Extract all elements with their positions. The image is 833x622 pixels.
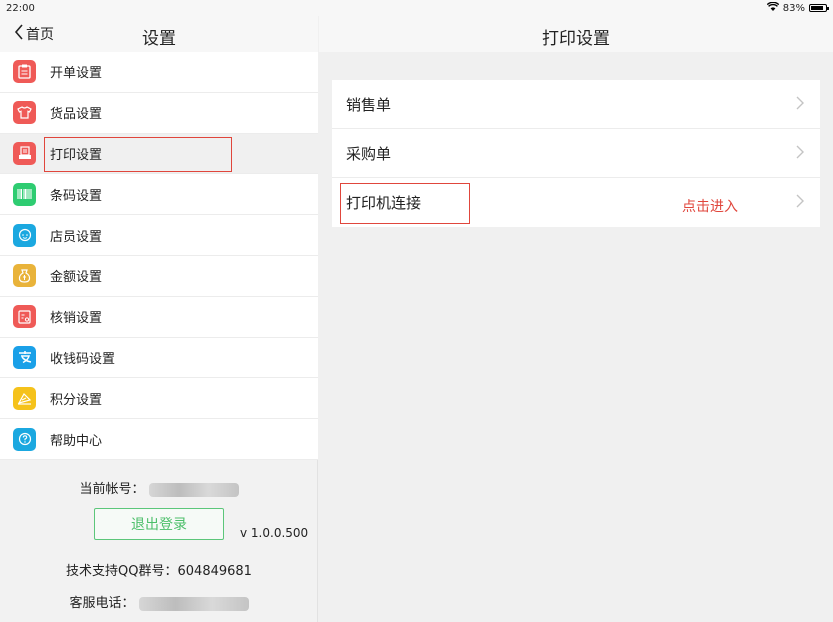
staff-icon <box>13 223 36 247</box>
print-options-list: 销售单采购单打印机连接 点击进入 <box>332 80 820 227</box>
highlight-box <box>44 136 232 172</box>
sidebar-item-label: 帮助中心 <box>50 433 103 449</box>
service-value-blurred <box>138 596 249 611</box>
printer-icon <box>13 141 36 165</box>
service-label: 客服电话： <box>69 596 135 611</box>
left-nav-bar: 首页 设置 <box>0 16 318 52</box>
verify-icon <box>13 305 36 329</box>
print-option-item[interactable]: 采购单 <box>332 129 820 178</box>
right-nav-bar: 打印设置 <box>319 16 833 52</box>
current-account: 当前帐号： <box>0 478 318 497</box>
tshirt-icon <box>13 101 36 125</box>
sidebar-item-printer[interactable]: 打印设置 <box>0 133 318 175</box>
barcode-icon <box>13 182 36 206</box>
sidebar-item-label: 积分设置 <box>50 392 103 408</box>
support-qq: 技术支持QQ群号：604849681 <box>66 564 252 579</box>
sidebar-item-label: 收钱码设置 <box>50 351 116 367</box>
print-option-label: 采购单 <box>346 144 392 163</box>
points-icon <box>13 386 36 410</box>
left-title: 设置 <box>0 24 318 49</box>
battery-percent: 83% <box>782 2 805 14</box>
print-option-item[interactable]: 销售单 <box>332 80 820 129</box>
sidebar-item-label: 核销设置 <box>50 311 103 327</box>
sidebar-item-help[interactable]: 帮助中心 <box>0 419 318 460</box>
sidebar-item-money-bag[interactable]: 金额设置 <box>0 256 318 297</box>
app-version: v 1.0.0.500 <box>240 526 309 540</box>
account-label: 当前帐号： <box>79 482 145 497</box>
sidebar-item-tshirt[interactable]: 货品设置 <box>0 93 318 134</box>
chevron-right-icon <box>796 94 804 115</box>
clipboard-icon <box>13 60 36 84</box>
sidebar-item-points[interactable]: 积分设置 <box>0 378 318 420</box>
right-title: 打印设置 <box>542 29 610 49</box>
sidebar-item-barcode[interactable]: 条码设置 <box>0 174 318 216</box>
sidebar-item-label: 货品设置 <box>50 107 103 123</box>
sidebar-item-label: 条码设置 <box>50 188 103 204</box>
money-bag-icon <box>13 264 36 288</box>
service-phone: 客服电话： <box>0 592 318 611</box>
chevron-right-icon <box>796 143 804 164</box>
sidebar-item-label: 店员设置 <box>50 229 103 245</box>
sidebar-item-alipay[interactable]: 收钱码设置 <box>0 338 318 379</box>
sidebar-item-staff[interactable]: 店员设置 <box>0 215 318 256</box>
logout-button[interactable]: 退出登录 <box>94 508 224 540</box>
sidebar-item-verify[interactable]: 核销设置 <box>0 297 318 338</box>
left-title-text: 设置 <box>142 29 176 49</box>
settings-sidebar: 首页 设置 开单设置货品设置打印设置条码设置店员设置金额设置核销设置收钱码设置积… <box>0 0 318 622</box>
sidebar-item-clipboard[interactable]: 开单设置 <box>0 52 318 93</box>
help-icon <box>13 427 36 451</box>
status-bar: 22:00 83% <box>0 0 833 16</box>
highlight-box <box>340 183 470 224</box>
print-option-label: 销售单 <box>346 95 392 114</box>
wifi-icon <box>766 1 780 14</box>
sidebar-item-label: 开单设置 <box>50 66 103 82</box>
alipay-icon <box>13 345 36 369</box>
status-time: 22:00 <box>6 2 35 14</box>
status-right: 83% <box>766 1 829 14</box>
battery-icon <box>809 4 829 12</box>
print-settings-pane: 打印设置 销售单采购单打印机连接 点击进入 <box>319 0 833 622</box>
account-value-blurred <box>148 482 239 497</box>
sidebar-item-label: 金额设置 <box>50 270 103 286</box>
chevron-right-icon <box>796 192 804 213</box>
print-option-item[interactable]: 打印机连接 点击进入 <box>332 178 820 227</box>
settings-menu: 开单设置货品设置打印设置条码设置店员设置金额设置核销设置收钱码设置积分设置帮助中… <box>0 52 318 460</box>
click-hint-annotation: 点击进入 <box>682 199 738 215</box>
